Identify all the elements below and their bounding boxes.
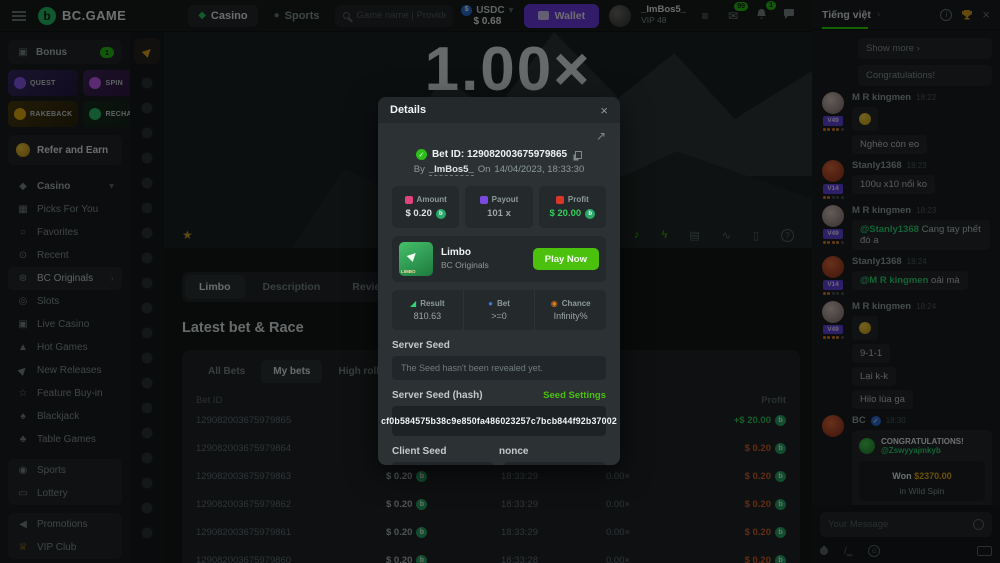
coin-icon: b [436,209,446,219]
coin-icon: b [585,209,595,219]
chance-value: Infinity% [554,311,588,321]
bet-value: >=0 [491,311,507,321]
limbo-thumbnail[interactable]: ▶ LIMBO [399,242,433,276]
server-seed-label: Server Seed [392,340,606,351]
client-seed-input[interactable] [392,462,494,465]
bet-stats: Amount $ 0.20b Payout 101 x Profit $ 20.… [392,186,606,228]
chance-icon: ◉ [551,299,558,308]
server-seed-hash-label: Server Seed (hash) [392,390,543,401]
amount-icon [405,196,413,204]
modal-body: ↗ ✓ Bet ID: 129082003675979865 By _ImBos… [378,123,620,465]
play-now-button[interactable]: Play Now [533,248,599,270]
rocket-icon: ▶ [405,248,420,263]
stat-profit: Profit $ 20.00b [539,186,606,228]
bet-details-modal: Details × ↗ ✓ Bet ID: 129082003675979865… [378,97,620,465]
player-link[interactable]: _ImBos5_ [429,164,474,176]
bet-author-row: By _ImBos5_ On 14/04/2023, 18:33:30 [392,164,606,176]
modal-title: Details [390,104,600,116]
modal-header: Details × [378,97,620,123]
close-icon[interactable]: × [600,103,608,118]
payout-icon [480,196,488,204]
share-icon[interactable]: ↗ [596,129,606,145]
nonce-input[interactable] [504,462,606,465]
copy-icon[interactable] [575,151,582,159]
verified-shield-icon: ✓ [416,149,427,160]
bet-datetime: 14/04/2023, 18:33:30 [494,164,584,175]
outcome-bet: ●Bet >=0 [463,290,535,330]
client-seed-label: Client Seed [392,446,499,457]
stat-amount: Amount $ 0.20b [392,186,459,228]
seed-settings-link[interactable]: Seed Settings [543,390,606,401]
stat-payout: Payout 101 x [465,186,532,228]
nonce-label: nonce [499,446,606,457]
bet-id-row: ✓ Bet ID: 129082003675979865 [392,149,606,160]
game-provider: BC Originals [441,260,525,272]
result-chart-icon: ◢ [410,299,416,308]
server-seed-value: The Seed hasn't been revealed yet. [392,356,606,380]
profit-icon [556,196,564,204]
bet-id-value: 129082003675979865 [467,149,567,160]
game-name: Limbo [441,246,525,260]
outcome-chance: ◉Chance Infinity% [534,290,606,330]
bet-target-icon: ● [488,299,493,308]
outcome-box: ◢Result 810.63 ●Bet >=0 ◉Chance Infinity… [392,290,606,330]
outcome-result: ◢Result 810.63 [392,290,463,330]
server-seed-hash-value[interactable]: cf0b584575b38c9e850fa486023257c7bcb844f9… [392,406,606,436]
game-card: ▶ LIMBO Limbo BC Originals Play Now [392,236,606,282]
result-value: 810.63 [414,311,442,321]
